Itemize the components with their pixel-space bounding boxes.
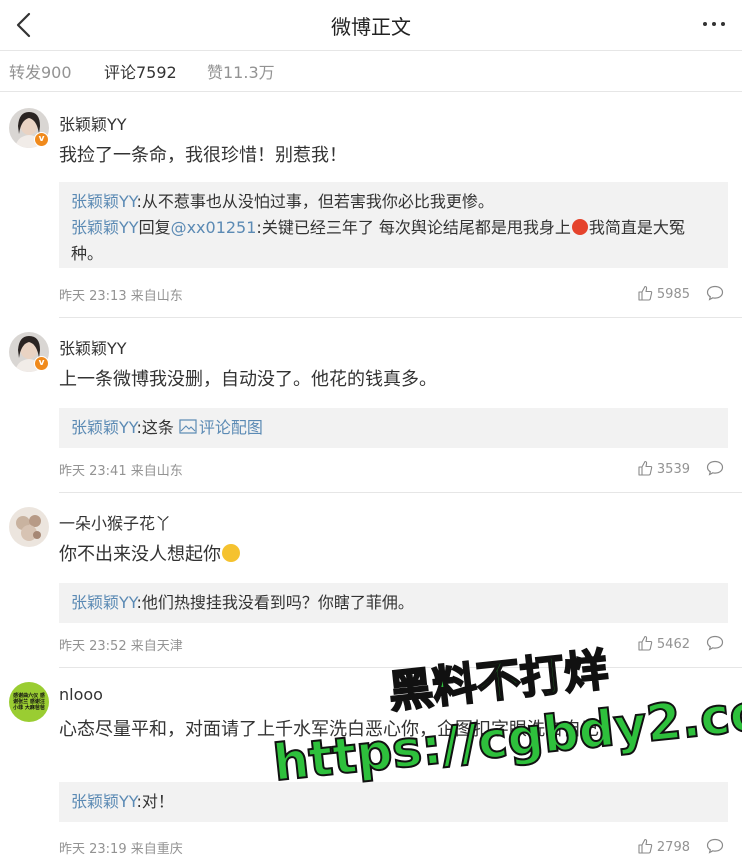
comment-item: v 张颖颖YY 上一条微博我没删，自动没了。他花的钱真多。 张颖颖YY:这条 评… xyxy=(0,318,742,493)
comment-item: 一朵小猴子花丫 你不出来没人想起你 张颖颖YY:他们热搜挂我没看到吗？你瞎了菲佣… xyxy=(0,493,742,668)
comment-text: 我捡了一条命，我很珍惜！别惹我！ xyxy=(59,145,347,166)
tab-reposts[interactable]: 转发900 xyxy=(9,59,72,83)
avatar[interactable]: 感谢曲六仪 感谢张兰 感谢汪小菲 大麻爸爸 xyxy=(9,682,49,722)
reply-box[interactable]: 张颖颖YY:对！ xyxy=(59,782,728,822)
reply-text: :这条 xyxy=(136,418,179,437)
comment-meta: 昨天 23:52 来自天津 xyxy=(59,639,183,654)
reply-text: :他们热搜挂我没看到吗？你瞎了菲佣。 xyxy=(136,593,414,612)
comment-username[interactable]: 一朵小猴子花丫 xyxy=(59,510,171,534)
reply-author-link[interactable]: 张颖颖YY xyxy=(71,792,136,811)
like-button[interactable]: 3539 xyxy=(637,460,690,477)
like-count: 5985 xyxy=(656,287,690,302)
like-count: 3539 xyxy=(656,462,690,477)
thumbs-up-icon xyxy=(638,285,653,301)
tab-likes[interactable]: 赞11.3万 xyxy=(207,59,275,83)
reply-box[interactable]: 张颖颖YY:这条 评论配图 xyxy=(59,408,728,448)
comment-item: 感谢曲六仪 感谢张兰 感谢汪小菲 大麻爸爸 nlooo 心态尽量平和，对面请了上… xyxy=(0,668,742,859)
laughing-emoji-icon xyxy=(222,544,240,562)
like-count: 5462 xyxy=(656,637,690,652)
avatar-text: 感谢曲六仪 感谢张兰 感谢汪小菲 大麻爸爸 xyxy=(13,693,45,711)
comment-text: 上一条微博我没删，自动没了。他花的钱真多。 xyxy=(59,369,437,390)
thumbs-up-icon xyxy=(638,460,653,476)
tab-comments[interactable]: 评论7592 xyxy=(104,59,177,83)
angry-emoji-icon xyxy=(571,219,588,235)
reply-author-link[interactable]: 张颖颖YY xyxy=(71,218,139,237)
reply-box[interactable]: 张颖颖YY:他们热搜挂我没看到吗？你瞎了菲佣。 xyxy=(59,583,728,623)
comment-username[interactable]: 张颖颖YY xyxy=(59,335,127,359)
comment-meta: 昨天 23:19 来自重庆 xyxy=(59,842,183,857)
reply-line: 张颖颖YY:从不惹事也从没怕过事，但若害我你必比我更惨。 xyxy=(71,189,716,215)
comment-meta: 昨天 23:41 来自山东 xyxy=(59,464,183,479)
reply-text: 从不惹事也从没怕过事，但若害我你必比我更惨。 xyxy=(141,192,494,211)
mention-link[interactable]: @xx01251 xyxy=(171,218,257,237)
top-nav-bar: 微博正文 xyxy=(0,0,742,51)
reply-text: :对！ xyxy=(136,792,174,811)
comment-reply-icon[interactable] xyxy=(706,460,724,476)
thumbs-up-icon xyxy=(638,838,653,854)
comment-text: 心态尽量平和，对面请了上千水军洗白恶心你，企图扣字眼洗白自己！ xyxy=(59,719,617,740)
reply-line: 张颖颖YY回复@xx01251:关键已经三年了 每次舆论结尾都是甩我身上 我简直是… xyxy=(71,215,716,267)
reply-author-link[interactable]: 张颖颖YY xyxy=(71,418,136,437)
more-options-icon[interactable] xyxy=(700,11,730,37)
comment-text-line: 你不出来没人想起你 xyxy=(59,540,724,570)
comment-text: 你不出来没人想起你 xyxy=(59,544,221,565)
comment-image-label: 评论配图 xyxy=(198,418,263,437)
comment-username[interactable]: nlooo xyxy=(59,685,103,704)
reply-box[interactable]: 张颖颖YY:从不惹事也从没怕过事，但若害我你必比我更惨。 张颖颖YY回复@xx0… xyxy=(59,182,728,268)
comment-username[interactable]: 张颖颖YY xyxy=(59,111,127,135)
tab-bar: 转发900 评论7592 赞11.3万 xyxy=(0,51,742,92)
comment-reply-icon[interactable] xyxy=(706,285,724,301)
comment-reply-icon[interactable] xyxy=(706,838,724,854)
reply-text: :关键已经三年了 每次舆论结尾都是甩我身上 xyxy=(256,218,571,237)
reply-author-link[interactable]: 张颖颖YY xyxy=(71,192,136,211)
like-button[interactable]: 2798 xyxy=(637,838,690,855)
like-button[interactable]: 5985 xyxy=(637,285,690,302)
like-button[interactable]: 5462 xyxy=(637,635,690,652)
reply-separator: 回复 xyxy=(138,218,171,237)
verified-badge-icon: v xyxy=(34,356,49,371)
image-icon xyxy=(179,419,197,434)
comment-item: v 张颖颖YY 我捡了一条命，我很珍惜！别惹我！ 张颖颖YY:从不惹事也从没怕过… xyxy=(0,94,742,318)
like-count: 2798 xyxy=(656,840,690,855)
page-title: 微博正文 xyxy=(331,15,411,39)
comment-image-link[interactable]: 评论配图 xyxy=(179,418,263,437)
comment-reply-icon[interactable] xyxy=(706,635,724,651)
verified-badge-icon: v xyxy=(34,132,49,147)
comment-meta: 昨天 23:13 来自山东 xyxy=(59,289,183,304)
reply-author-link[interactable]: 张颖颖YY xyxy=(71,593,136,612)
avatar[interactable] xyxy=(9,507,49,547)
thumbs-up-icon xyxy=(638,635,653,651)
